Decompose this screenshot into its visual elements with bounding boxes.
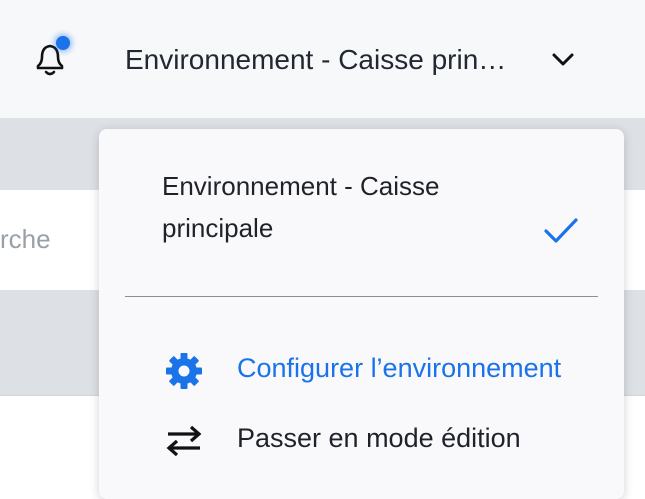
swap-arrows-icon — [166, 425, 202, 457]
top-bar: Environnement - Caisse prin… — [0, 0, 645, 118]
menu-divider — [125, 296, 598, 297]
configure-environment-button[interactable]: Configurer l’environnement — [99, 341, 624, 397]
environment-option[interactable]: Environnement - Caisse principale — [99, 157, 624, 257]
edit-mode-button[interactable]: Passer en mode édition — [99, 411, 624, 467]
environment-selector-label: Environnement - Caisse prin… — [125, 44, 507, 75]
environment-option-label: Environnement - Caisse principale — [162, 171, 440, 243]
chevron-down-icon — [552, 53, 574, 66]
check-icon — [544, 218, 578, 243]
configure-environment-label: Configurer l’environnement — [237, 353, 562, 383]
notification-dot — [56, 36, 70, 50]
environment-dropdown-menu: Environnement - Caisse principale Config… — [99, 129, 624, 499]
edit-mode-label: Passer en mode édition — [237, 423, 521, 453]
gear-icon — [166, 353, 202, 389]
search-placeholder: rche — [0, 224, 51, 254]
environment-selector[interactable]: Environnement - Caisse prin… — [110, 36, 600, 86]
notifications-button[interactable] — [28, 36, 72, 80]
